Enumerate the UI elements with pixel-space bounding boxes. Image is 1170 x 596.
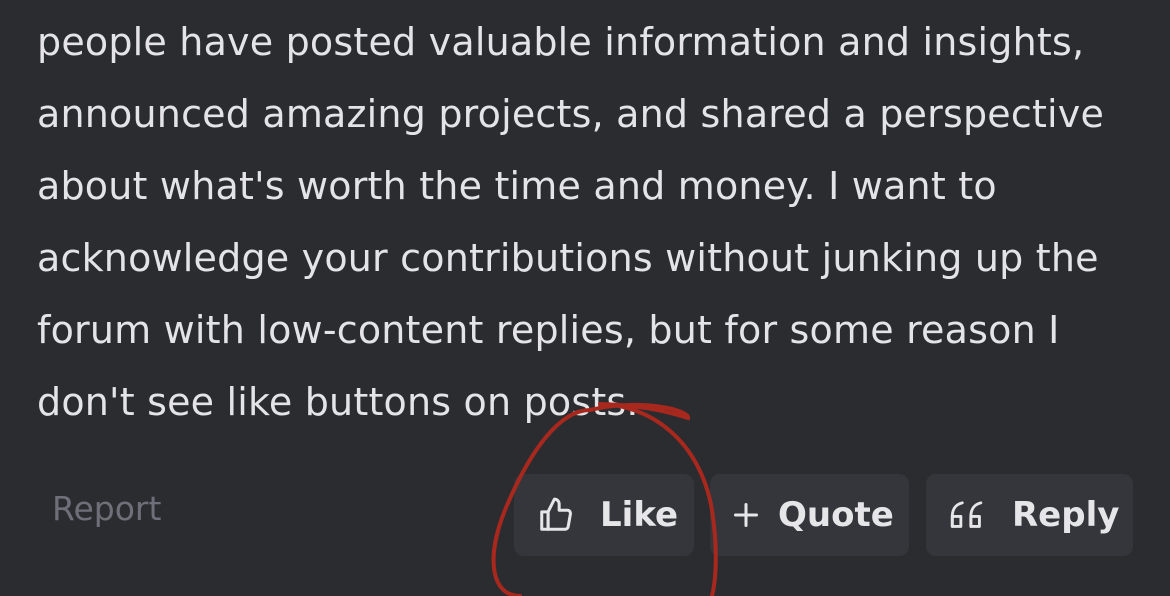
post-text-line: don't see like buttons on posts. [37, 380, 639, 424]
post-text-line: people have posted valuable information … [37, 20, 1085, 64]
plus-icon [730, 495, 762, 535]
post-text-line: forum with low-content replies, but for … [37, 308, 1060, 352]
like-button-label: Like [600, 495, 679, 535]
like-button[interactable]: Like [514, 474, 694, 556]
post-text-line: about what's worth the time and money. I… [37, 164, 997, 208]
reply-button[interactable]: Reply [926, 474, 1133, 556]
forum-post: people have posted valuable information … [0, 0, 1170, 596]
report-link[interactable]: Report [52, 488, 161, 530]
quote-button-label: Quote [778, 495, 894, 535]
post-text-line: acknowledge your contributions without j… [37, 236, 1099, 280]
quote-marks-icon [948, 495, 988, 535]
reply-button-label: Reply [1012, 495, 1120, 535]
thumbs-up-icon [536, 495, 576, 535]
quote-button[interactable]: Quote [710, 474, 909, 556]
post-text-line: announced amazing projects, and shared a… [37, 92, 1105, 136]
post-body: people have posted valuable information … [37, 6, 1137, 438]
